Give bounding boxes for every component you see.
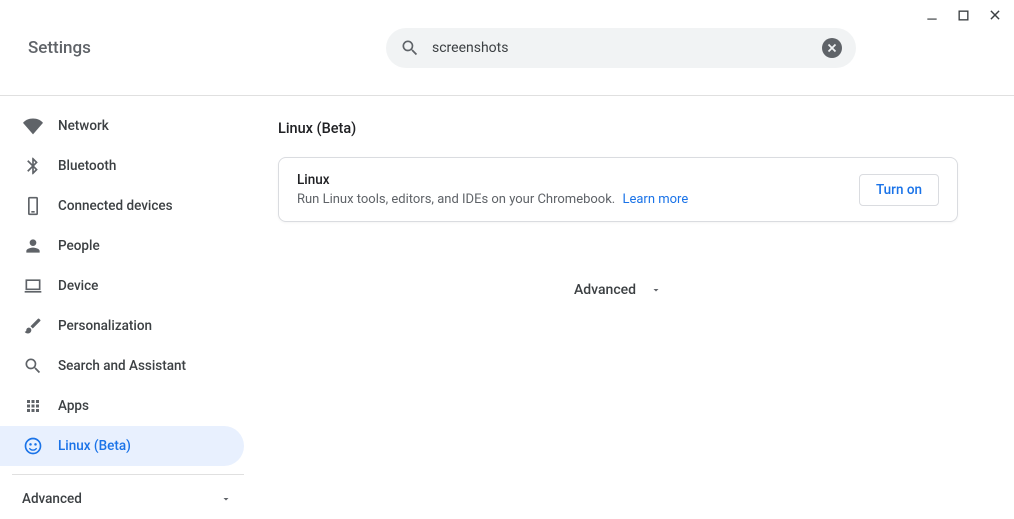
sidebar-item-label: Network: [58, 118, 109, 134]
sidebar-item-network[interactable]: Network: [0, 106, 244, 146]
sidebar-item-linux-beta[interactable]: Linux (Beta): [0, 426, 244, 466]
sidebar-item-label: Bluetooth: [58, 158, 116, 174]
sidebar-advanced-label: Advanced: [22, 491, 82, 507]
sidebar-item-connected-devices[interactable]: Connected devices: [0, 186, 244, 226]
chevron-down-icon: [220, 493, 232, 505]
page-title: Settings: [28, 38, 386, 58]
header: Settings: [0, 0, 1014, 96]
sidebar-item-label: Apps: [58, 398, 89, 414]
laptop-icon: [22, 275, 44, 297]
linux-icon: [22, 435, 44, 457]
apps-grid-icon: [22, 395, 44, 417]
sidebar-item-bluetooth[interactable]: Bluetooth: [0, 146, 244, 186]
section-title: Linux (Beta): [278, 120, 958, 157]
search-icon: [22, 355, 44, 377]
card-description: Run Linux tools, editors, and IDEs on yo…: [297, 192, 688, 207]
sidebar-item-device[interactable]: Device: [0, 266, 244, 306]
sidebar-item-apps[interactable]: Apps: [0, 386, 244, 426]
sidebar-item-label: Connected devices: [58, 198, 173, 214]
sidebar-item-people[interactable]: People: [0, 226, 244, 266]
bluetooth-icon: [22, 155, 44, 177]
window-minimize-icon[interactable]: [925, 8, 939, 22]
linux-card: Linux Run Linux tools, editors, and IDEs…: [278, 157, 958, 222]
search-icon: [400, 38, 420, 58]
sidebar-item-search-assistant[interactable]: Search and Assistant: [0, 346, 244, 386]
sidebar-item-label: People: [58, 238, 100, 254]
brush-icon: [22, 315, 44, 337]
wifi-icon: [22, 115, 44, 137]
advanced-toggle-label: Advanced: [574, 282, 636, 298]
chevron-down-icon: [650, 284, 662, 296]
sidebar-item-label: Search and Assistant: [58, 358, 186, 374]
window-maximize-icon[interactable]: [957, 9, 970, 22]
clear-search-icon[interactable]: [822, 38, 842, 58]
sidebar-item-label: Device: [58, 278, 98, 294]
sidebar-item-label: Linux (Beta): [58, 438, 131, 454]
search-input[interactable]: [420, 40, 822, 56]
sidebar-advanced-toggle[interactable]: Advanced: [0, 479, 260, 519]
person-icon: [22, 235, 44, 257]
turn-on-button[interactable]: Turn on: [859, 174, 939, 206]
card-title: Linux: [297, 172, 688, 188]
advanced-toggle[interactable]: Advanced: [278, 282, 958, 298]
sidebar-item-personalization[interactable]: Personalization: [0, 306, 244, 346]
main-content: Linux (Beta) Linux Run Linux tools, edit…: [260, 96, 1014, 501]
sidebar: Network Bluetooth Connected devices Peop…: [0, 96, 260, 501]
window-close-icon[interactable]: [988, 8, 1002, 22]
search-box[interactable]: [386, 28, 856, 68]
phone-icon: [22, 195, 44, 217]
window-controls: [925, 8, 1002, 22]
sidebar-separator: [12, 474, 244, 475]
learn-more-link[interactable]: Learn more: [622, 192, 688, 207]
sidebar-item-label: Personalization: [58, 318, 152, 334]
